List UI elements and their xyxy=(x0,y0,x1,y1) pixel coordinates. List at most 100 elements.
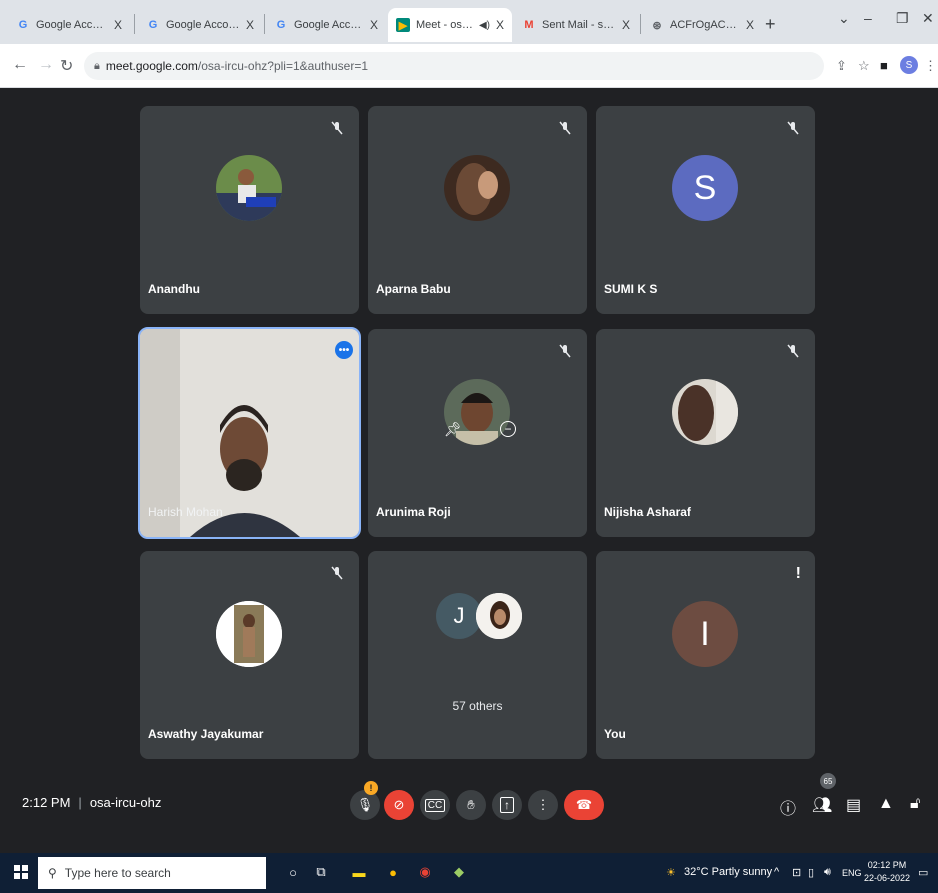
close-tab-icon[interactable]: X xyxy=(622,18,630,32)
tab-download[interactable]: ⊛ ACFrOgACWQrU_-V8 X xyxy=(642,8,762,42)
close-tab-icon[interactable]: X xyxy=(496,18,504,32)
url-host: meet.google.com xyxy=(105,59,198,73)
meeting-controls-bar: 2:12 PM | osa-ircu-ohz 🎙︎ ! ⊘ CC ✋︎ ↑ ⋮ ☎︎… xyxy=(0,765,938,847)
tab-title: Google Account xyxy=(294,19,364,31)
mic-toggle-button[interactable]: 🎙︎ xyxy=(350,790,380,820)
captions-icon: CC xyxy=(424,798,446,812)
mic-off-icon xyxy=(787,344,799,358)
tab-title: ACFrOgACWQrU_-V8 xyxy=(670,19,740,31)
mic-off-icon xyxy=(331,566,343,580)
hand-icon: ✋︎ xyxy=(467,797,475,812)
people-icon[interactable]: 👥︎ xyxy=(812,795,832,815)
participant-tile-active-speaker[interactable]: ••• Harish Mohan xyxy=(138,327,361,539)
tab-title: Meet - osa-ircu-o xyxy=(416,19,476,31)
remove-icon[interactable]: − xyxy=(500,421,516,437)
tray-chevron-icon[interactable]: ^ xyxy=(774,866,779,878)
notifications-icon[interactable]: ▭ xyxy=(918,866,928,879)
participant-tile[interactable]: Anandhu xyxy=(140,106,359,314)
raise-hand-button[interactable]: ✋︎ xyxy=(456,790,486,820)
avatar xyxy=(672,379,738,445)
divider: | xyxy=(78,795,82,810)
camera-toggle-button[interactable]: ⊘ xyxy=(384,790,414,820)
mic-off-icon xyxy=(787,121,799,135)
battery-icon[interactable]: ▯ xyxy=(808,866,814,879)
tab-gmail[interactable]: M Sent Mail - sumiks@ X xyxy=(514,8,638,42)
google-icon: G xyxy=(148,19,158,31)
forward-icon[interactable]: → xyxy=(38,56,54,74)
mic-off-icon xyxy=(559,121,571,135)
file-explorer-icon[interactable]: ▬ xyxy=(350,863,368,881)
participant-tile[interactable]: Aswathy Jayakumar xyxy=(140,551,359,759)
more-options-button[interactable]: ⋮ xyxy=(528,790,558,820)
host-controls-icon[interactable]: 🔓︎ xyxy=(910,795,920,813)
more-options-icon[interactable]: ••• xyxy=(335,341,353,359)
menu-kebab-icon[interactable]: ⋮ xyxy=(924,58,937,74)
app-icon[interactable]: ◆ xyxy=(450,863,468,881)
participant-count-badge: 65 xyxy=(820,773,836,789)
address-bar[interactable]: 🔒︎ meet.google.com/osa-ircu-ohz?pli=1&au… xyxy=(84,52,824,80)
avatar xyxy=(476,593,522,639)
present-icon: ↑ xyxy=(500,797,514,813)
tab-google-account-2[interactable]: G Google Account X xyxy=(138,8,262,42)
bookmark-star-icon[interactable]: ☆ xyxy=(858,58,870,74)
network-icon[interactable]: ⊡ xyxy=(792,866,801,879)
new-tab-button[interactable]: + xyxy=(765,14,776,35)
screen: G Google Account X G Google Account X G … xyxy=(0,0,938,893)
address-toolbar: ← → ↻ 🔒︎ meet.google.com/osa-ircu-ohz?pl… xyxy=(0,44,938,88)
activities-icon[interactable]: ▲ xyxy=(878,795,894,813)
tab-divider xyxy=(134,14,135,34)
language-indicator[interactable]: ENG xyxy=(842,868,862,878)
tab-search-icon[interactable]: ⌄ xyxy=(838,10,850,27)
taskbar-search[interactable]: ⚲ Type here to search xyxy=(38,857,266,889)
meeting-code: osa-ircu-ohz xyxy=(89,795,162,810)
tab-title: Google Account xyxy=(166,19,240,31)
avatar: I xyxy=(672,601,738,667)
tab-google-account-1[interactable]: G Google Account X xyxy=(8,8,130,42)
extension-icon[interactable]: ■ xyxy=(880,58,888,73)
chat-icon[interactable]: ▤ xyxy=(846,795,861,815)
close-tab-icon[interactable]: X xyxy=(746,18,754,32)
weather-text[interactable]: 32°C Partly sunny xyxy=(684,866,772,878)
participant-tile[interactable]: S SUMI K S xyxy=(596,106,815,314)
restore-icon[interactable]: ❐ xyxy=(896,10,909,27)
reload-icon[interactable]: ↻ xyxy=(60,56,73,76)
participant-tile-self[interactable]: ! I You xyxy=(596,551,815,759)
chrome-icon[interactable]: ● xyxy=(384,863,402,881)
minimize-icon[interactable]: – xyxy=(864,10,872,26)
windows-start-icon[interactable] xyxy=(14,865,28,879)
back-icon[interactable]: ← xyxy=(12,56,28,74)
close-tab-icon[interactable]: X xyxy=(246,18,254,32)
cortana-icon[interactable]: ○ xyxy=(284,863,302,881)
chrome-alt-icon[interactable]: ◉ xyxy=(416,863,434,881)
task-view-icon[interactable]: ⧉ xyxy=(312,863,330,881)
present-button[interactable]: ↑ xyxy=(492,790,522,820)
warning-icon[interactable]: ! xyxy=(796,565,801,583)
participant-name: Aswathy Jayakumar xyxy=(148,727,264,741)
participant-tile[interactable]: Nijisha Asharaf xyxy=(596,329,815,537)
browser-tab-bar: G Google Account X G Google Account X G … xyxy=(0,0,938,44)
tab-divider xyxy=(640,14,641,34)
tab-divider xyxy=(264,14,265,34)
participant-group-tile[interactable]: J 57 others xyxy=(368,551,587,759)
close-tab-icon[interactable]: X xyxy=(370,18,378,32)
pin-icon[interactable]: 📌︎ xyxy=(444,421,462,438)
participant-tile[interactable]: Aparna Babu xyxy=(368,106,587,314)
mic-off-icon xyxy=(559,344,571,358)
meeting-time: 2:12 PM xyxy=(22,795,71,810)
tab-meet[interactable]: ▶ Meet - osa-ircu-o ◀) X xyxy=(388,8,512,42)
mic-off-icon xyxy=(331,121,343,135)
avatar xyxy=(216,601,282,667)
avatar xyxy=(216,155,282,221)
participant-tile[interactable]: 📌︎ − Arunima Roji xyxy=(368,329,587,537)
volume-icon[interactable]: 🔊︎ xyxy=(824,866,831,879)
leave-call-button[interactable]: ☎︎ xyxy=(564,790,604,820)
share-icon[interactable]: ⇪ xyxy=(836,58,847,74)
captions-button[interactable]: CC xyxy=(420,790,450,820)
globe-icon: ⊛ xyxy=(652,19,662,32)
tab-google-account-3[interactable]: G Google Account X xyxy=(266,8,386,42)
window-close-icon[interactable]: ✕ xyxy=(922,10,934,27)
profile-avatar[interactable]: S xyxy=(900,56,918,74)
close-tab-icon[interactable]: X xyxy=(114,18,122,32)
meeting-details-icon[interactable]: ⓘ xyxy=(780,795,796,819)
system-clock[interactable]: 02:12 PM 22-06-2022 xyxy=(864,859,910,885)
